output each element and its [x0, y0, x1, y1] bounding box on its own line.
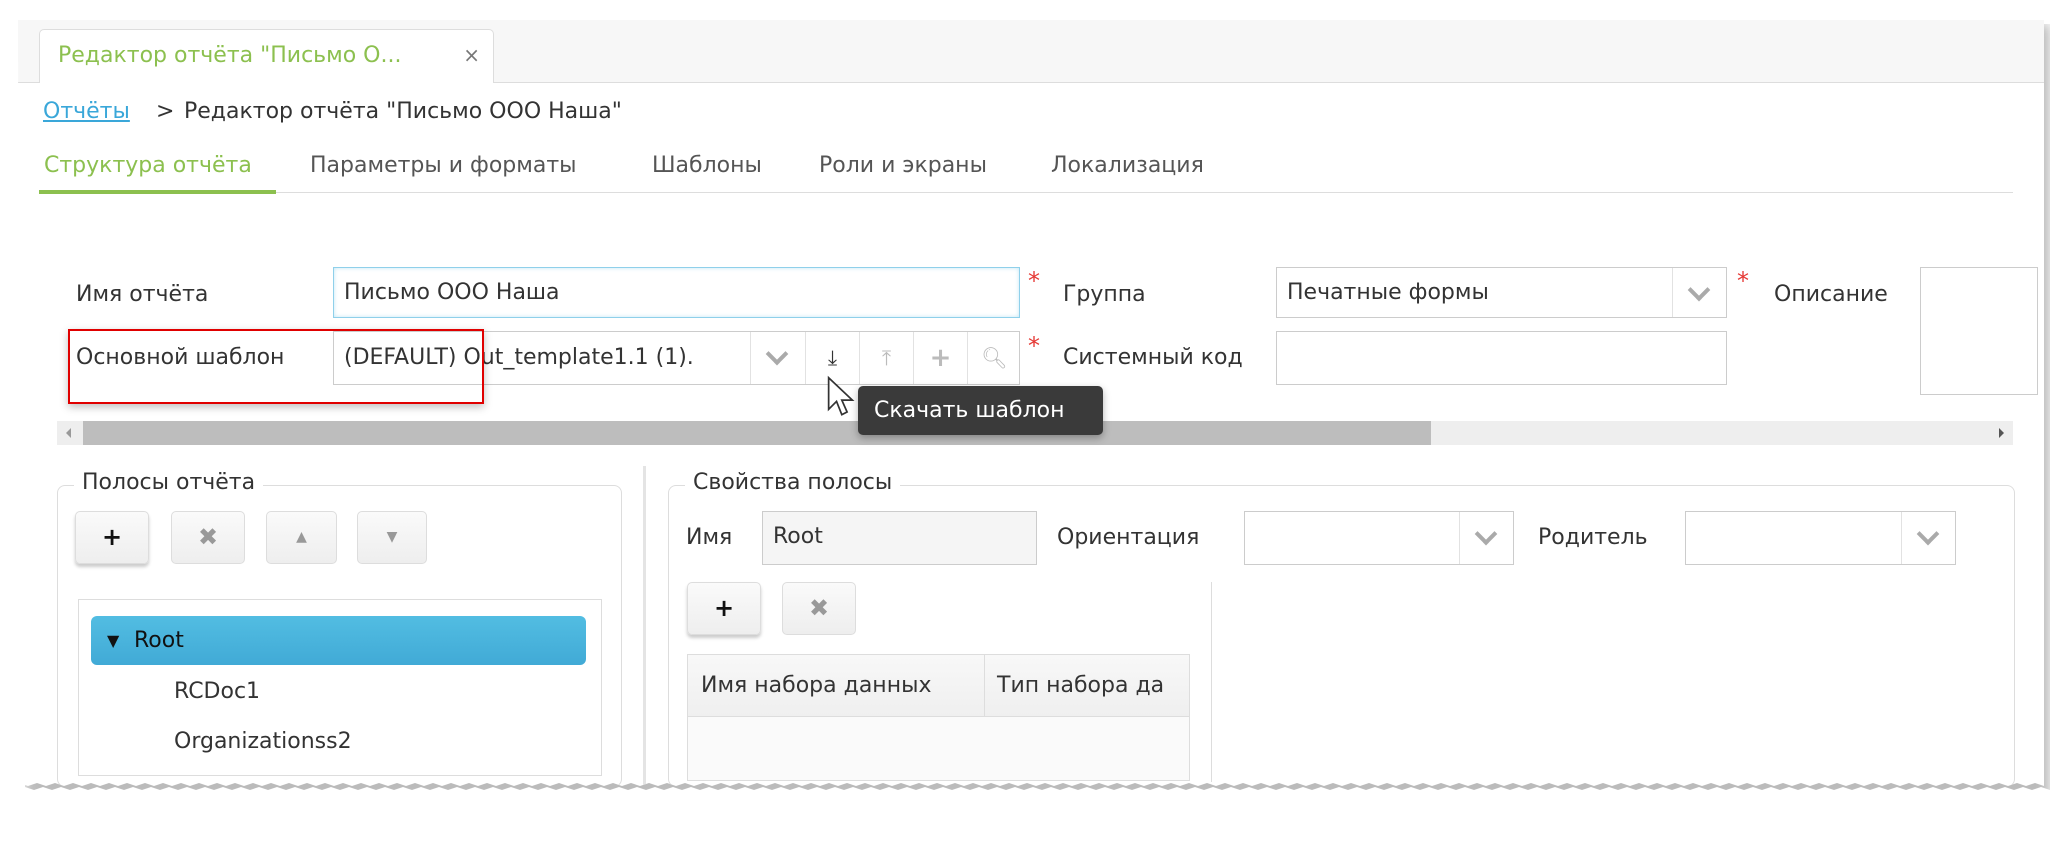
remove-band-button[interactable]: ✖	[171, 511, 245, 564]
required-mark: *	[1028, 332, 1040, 360]
system-code-label: Системный код	[1063, 345, 1243, 370]
column-header-dataset-name[interactable]: Имя набора данных	[701, 673, 931, 699]
group-label: Группа	[1063, 282, 1146, 307]
mouse-cursor-icon	[827, 375, 855, 416]
breadcrumb-current: Редактор отчёта "Письмо ООО Наша"	[184, 99, 622, 124]
tooltip-text: Скачать шаблон	[874, 398, 1065, 423]
scroll-right-icon[interactable]	[1999, 428, 2009, 438]
move-down-button[interactable]: ▼	[357, 511, 427, 564]
tab-roles[interactable]: Роли и экраны	[819, 153, 987, 178]
bands-tree: ▼ Root RCDoc1 Organizationss2	[78, 599, 602, 776]
parent-label: Родитель	[1538, 525, 1648, 550]
report-name-input[interactable]: Письмо ООО Наша	[333, 267, 1020, 318]
tab-parameters[interactable]: Параметры и форматы	[310, 153, 577, 178]
tree-node-label: Root	[134, 628, 184, 653]
column-header-dataset-type[interactable]: Тип набора да	[997, 673, 1164, 699]
upload-icon[interactable]: ⤒	[859, 332, 913, 384]
tab-templates[interactable]: Шаблоны	[652, 153, 762, 178]
report-editor-window: Редактор отчёта "Письмо О... × Отчёты > …	[18, 20, 2044, 786]
search-icon[interactable]: 🔍︎	[967, 332, 1019, 384]
scroll-left-icon[interactable]	[61, 428, 71, 438]
tab-title: Редактор отчёта "Письмо О...	[58, 43, 402, 68]
chevron-down-icon[interactable]	[1672, 268, 1726, 317]
remove-dataset-button[interactable]: ✖	[782, 582, 856, 635]
table-header: Имя набора данных Тип набора да	[688, 655, 1189, 717]
group-value: Печатные формы	[1287, 280, 1489, 305]
band-name-value: Root	[773, 524, 823, 549]
tree-node-organizationss2[interactable]: Organizationss2	[174, 729, 352, 755]
tab-structure[interactable]: Структура отчёта	[44, 153, 252, 178]
highlight-box	[68, 329, 484, 404]
breadcrumb-reports-link[interactable]: Отчёты	[43, 99, 130, 125]
caret-down-icon[interactable]: ▼	[107, 628, 119, 654]
description-textarea[interactable]	[1920, 267, 2038, 395]
move-up-button[interactable]: ▲	[266, 511, 337, 564]
add-band-button[interactable]: +	[75, 511, 149, 564]
band-properties-panel: Свойства полосы Имя Root Ориентация Роди…	[668, 470, 2015, 786]
report-bands-panel: Полосы отчёта + ✖ ▲ ▼ ▼ Root RCDoc1 Orga…	[57, 470, 622, 786]
breadcrumb-separator: >	[156, 99, 175, 124]
band-properties-legend: Свойства полосы	[685, 470, 901, 495]
tab-localization[interactable]: Локализация	[1051, 153, 1204, 178]
tree-node-root[interactable]: ▼ Root	[91, 616, 586, 665]
report-name-value: Письмо ООО Наша	[344, 280, 560, 305]
chevron-down-icon[interactable]	[1901, 512, 1955, 564]
chevron-down-icon[interactable]	[750, 332, 804, 384]
add-dataset-button[interactable]: +	[687, 582, 761, 635]
band-name-label: Имя	[686, 525, 733, 550]
required-mark: *	[1737, 267, 1749, 295]
band-name-input[interactable]: Root	[762, 511, 1037, 565]
orientation-label: Ориентация	[1057, 525, 1200, 550]
orientation-select[interactable]	[1244, 511, 1514, 565]
tab-report-editor[interactable]: Редактор отчёта "Письмо О... ×	[39, 29, 494, 83]
tabs-divider	[39, 192, 2013, 193]
tab-bar: Редактор отчёта "Письмо О... ×	[18, 20, 2044, 83]
group-select[interactable]: Печатные формы	[1276, 267, 1727, 318]
scrollbar-thumb[interactable]	[83, 421, 1431, 445]
datasets-table: Имя набора данных Тип набора да	[687, 654, 1190, 781]
tooltip: Скачать шаблон	[858, 386, 1103, 435]
tree-node-rcdoc1[interactable]: RCDoc1	[174, 679, 260, 705]
report-name-label: Имя отчёта	[76, 282, 209, 307]
close-icon[interactable]: ×	[463, 43, 480, 67]
chevron-down-icon[interactable]	[1459, 512, 1513, 564]
active-tab-indicator	[39, 190, 276, 194]
parent-select[interactable]	[1685, 511, 1956, 565]
description-label: Описание	[1774, 282, 1888, 307]
required-mark: *	[1028, 267, 1040, 295]
plus-icon[interactable]: +	[913, 332, 967, 384]
split-panel-divider[interactable]	[643, 466, 646, 786]
report-bands-legend: Полосы отчёта	[74, 470, 264, 495]
panel-divider	[1211, 582, 1212, 782]
system-code-input[interactable]	[1276, 331, 1727, 385]
